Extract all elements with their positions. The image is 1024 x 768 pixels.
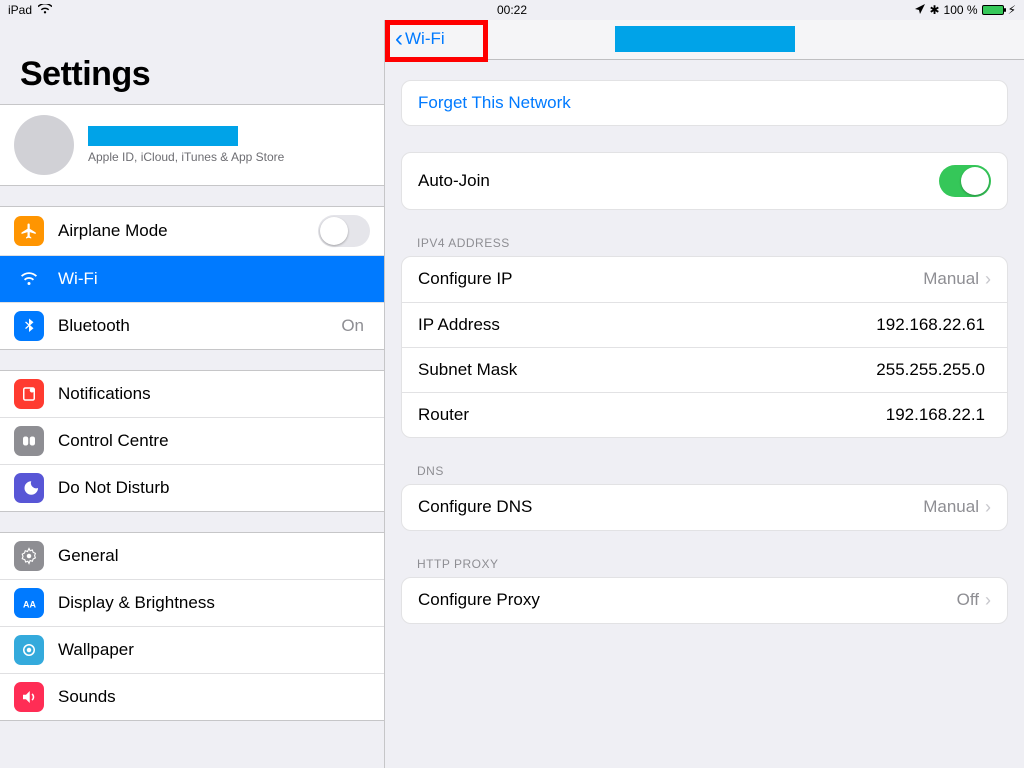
- configure-dns-label: Configure DNS: [418, 497, 923, 517]
- sidebar-item-label: Sounds: [58, 687, 370, 707]
- airplane-icon: [14, 216, 44, 246]
- airplane-toggle[interactable]: [318, 215, 370, 247]
- chevron-right-icon: ›: [985, 269, 991, 290]
- sidebar-item-bluetooth[interactable]: Bluetooth On: [0, 302, 384, 349]
- status-bar: iPad 00:22 ✱ 100 % ⚡︎: [0, 0, 1024, 20]
- subnet-label: Subnet Mask: [418, 360, 876, 380]
- ip-value: 192.168.22.61: [876, 315, 985, 335]
- sidebar-item-airplane[interactable]: Airplane Mode: [0, 207, 384, 255]
- chevron-left-icon: ‹: [395, 25, 403, 53]
- auto-join-label: Auto-Join: [418, 171, 939, 191]
- sidebar-item-display[interactable]: AA Display & Brightness: [0, 579, 384, 626]
- subnet-row[interactable]: Subnet Mask 255.255.255.0: [402, 347, 1007, 392]
- sidebar-item-label: Wi-Fi: [58, 269, 370, 289]
- sidebar-item-general[interactable]: General: [0, 533, 384, 579]
- sidebar-item-control-centre[interactable]: Control Centre: [0, 417, 384, 464]
- sidebar-item-label: Bluetooth: [58, 316, 341, 336]
- configure-proxy-label: Configure Proxy: [418, 590, 957, 610]
- configure-dns-row[interactable]: Configure DNS Manual ›: [402, 485, 1007, 530]
- proxy-header: HTTP PROXY: [401, 531, 1008, 577]
- configure-dns-value: Manual: [923, 497, 979, 517]
- network-name-redacted: [615, 26, 795, 52]
- sidebar-item-label: Airplane Mode: [58, 221, 318, 241]
- forget-network-button[interactable]: Forget This Network: [402, 81, 1007, 125]
- sidebar-item-wallpaper[interactable]: Wallpaper: [0, 626, 384, 673]
- configure-ip-row[interactable]: Configure IP Manual ›: [402, 257, 1007, 302]
- avatar: [14, 115, 74, 175]
- sidebar-item-sounds[interactable]: Sounds: [0, 673, 384, 720]
- settings-sidebar: Settings Apple ID, iCloud, iTunes & App …: [0, 20, 385, 768]
- router-value: 192.168.22.1: [886, 405, 985, 425]
- wifi-icon: [38, 3, 52, 17]
- configure-ip-value: Manual: [923, 269, 979, 289]
- clock: 00:22: [497, 3, 527, 17]
- subnet-value: 255.255.255.0: [876, 360, 985, 380]
- bluetooth-status: On: [341, 316, 364, 336]
- notifications-icon: [14, 379, 44, 409]
- svg-text:AA: AA: [23, 600, 36, 610]
- sidebar-item-wifi[interactable]: Wi-Fi: [0, 255, 384, 302]
- detail-navbar: ‹ Wi-Fi: [385, 20, 1024, 60]
- chevron-right-icon: ›: [985, 497, 991, 518]
- sounds-icon: [14, 682, 44, 712]
- sidebar-item-label: Control Centre: [58, 431, 370, 451]
- bluetooth-settings-icon: [14, 311, 44, 341]
- auto-join-row[interactable]: Auto-Join: [402, 153, 1007, 209]
- location-icon: [915, 3, 925, 17]
- ip-address-row[interactable]: IP Address 192.168.22.61: [402, 302, 1007, 347]
- dnd-icon: [14, 473, 44, 503]
- sidebar-item-label: Display & Brightness: [58, 593, 370, 613]
- account-subtitle: Apple ID, iCloud, iTunes & App Store: [88, 150, 284, 164]
- ipv4-header: IPV4 ADDRESS: [401, 210, 1008, 256]
- ip-label: IP Address: [418, 315, 876, 335]
- auto-join-toggle[interactable]: [939, 165, 991, 197]
- control-centre-icon: [14, 426, 44, 456]
- forget-label: Forget This Network: [418, 93, 991, 113]
- router-row[interactable]: Router 192.168.22.1: [402, 392, 1007, 437]
- configure-proxy-row[interactable]: Configure Proxy Off ›: [402, 578, 1007, 623]
- sidebar-item-label: General: [58, 546, 370, 566]
- router-label: Router: [418, 405, 886, 425]
- back-label: Wi-Fi: [405, 29, 445, 49]
- battery-percent: 100 %: [944, 3, 978, 17]
- wifi-settings-icon: [14, 264, 44, 294]
- back-button[interactable]: ‹ Wi-Fi: [385, 20, 455, 59]
- sidebar-item-notifications[interactable]: Notifications: [0, 371, 384, 417]
- sidebar-item-label: Wallpaper: [58, 640, 370, 660]
- sidebar-item-label: Do Not Disturb: [58, 478, 370, 498]
- general-icon: [14, 541, 44, 571]
- sidebar-item-label: Notifications: [58, 384, 370, 404]
- sidebar-item-dnd[interactable]: Do Not Disturb: [0, 464, 384, 511]
- account-name-redacted: [88, 126, 238, 146]
- page-title: Settings: [0, 20, 384, 104]
- bluetooth-icon: ✱: [929, 3, 939, 17]
- configure-proxy-value: Off: [957, 590, 979, 610]
- charging-icon: ⚡︎: [1008, 3, 1016, 17]
- apple-id-section[interactable]: Apple ID, iCloud, iTunes & App Store: [0, 104, 384, 186]
- chevron-right-icon: ›: [985, 590, 991, 611]
- wallpaper-icon: [14, 635, 44, 665]
- dns-header: DNS: [401, 438, 1008, 484]
- device-label: iPad: [8, 3, 32, 17]
- battery-icon: [982, 5, 1004, 15]
- configure-ip-label: Configure IP: [418, 269, 923, 289]
- display-icon: AA: [14, 588, 44, 618]
- detail-pane: ‹ Wi-Fi Forget This Network Auto-Join IP…: [385, 20, 1024, 768]
